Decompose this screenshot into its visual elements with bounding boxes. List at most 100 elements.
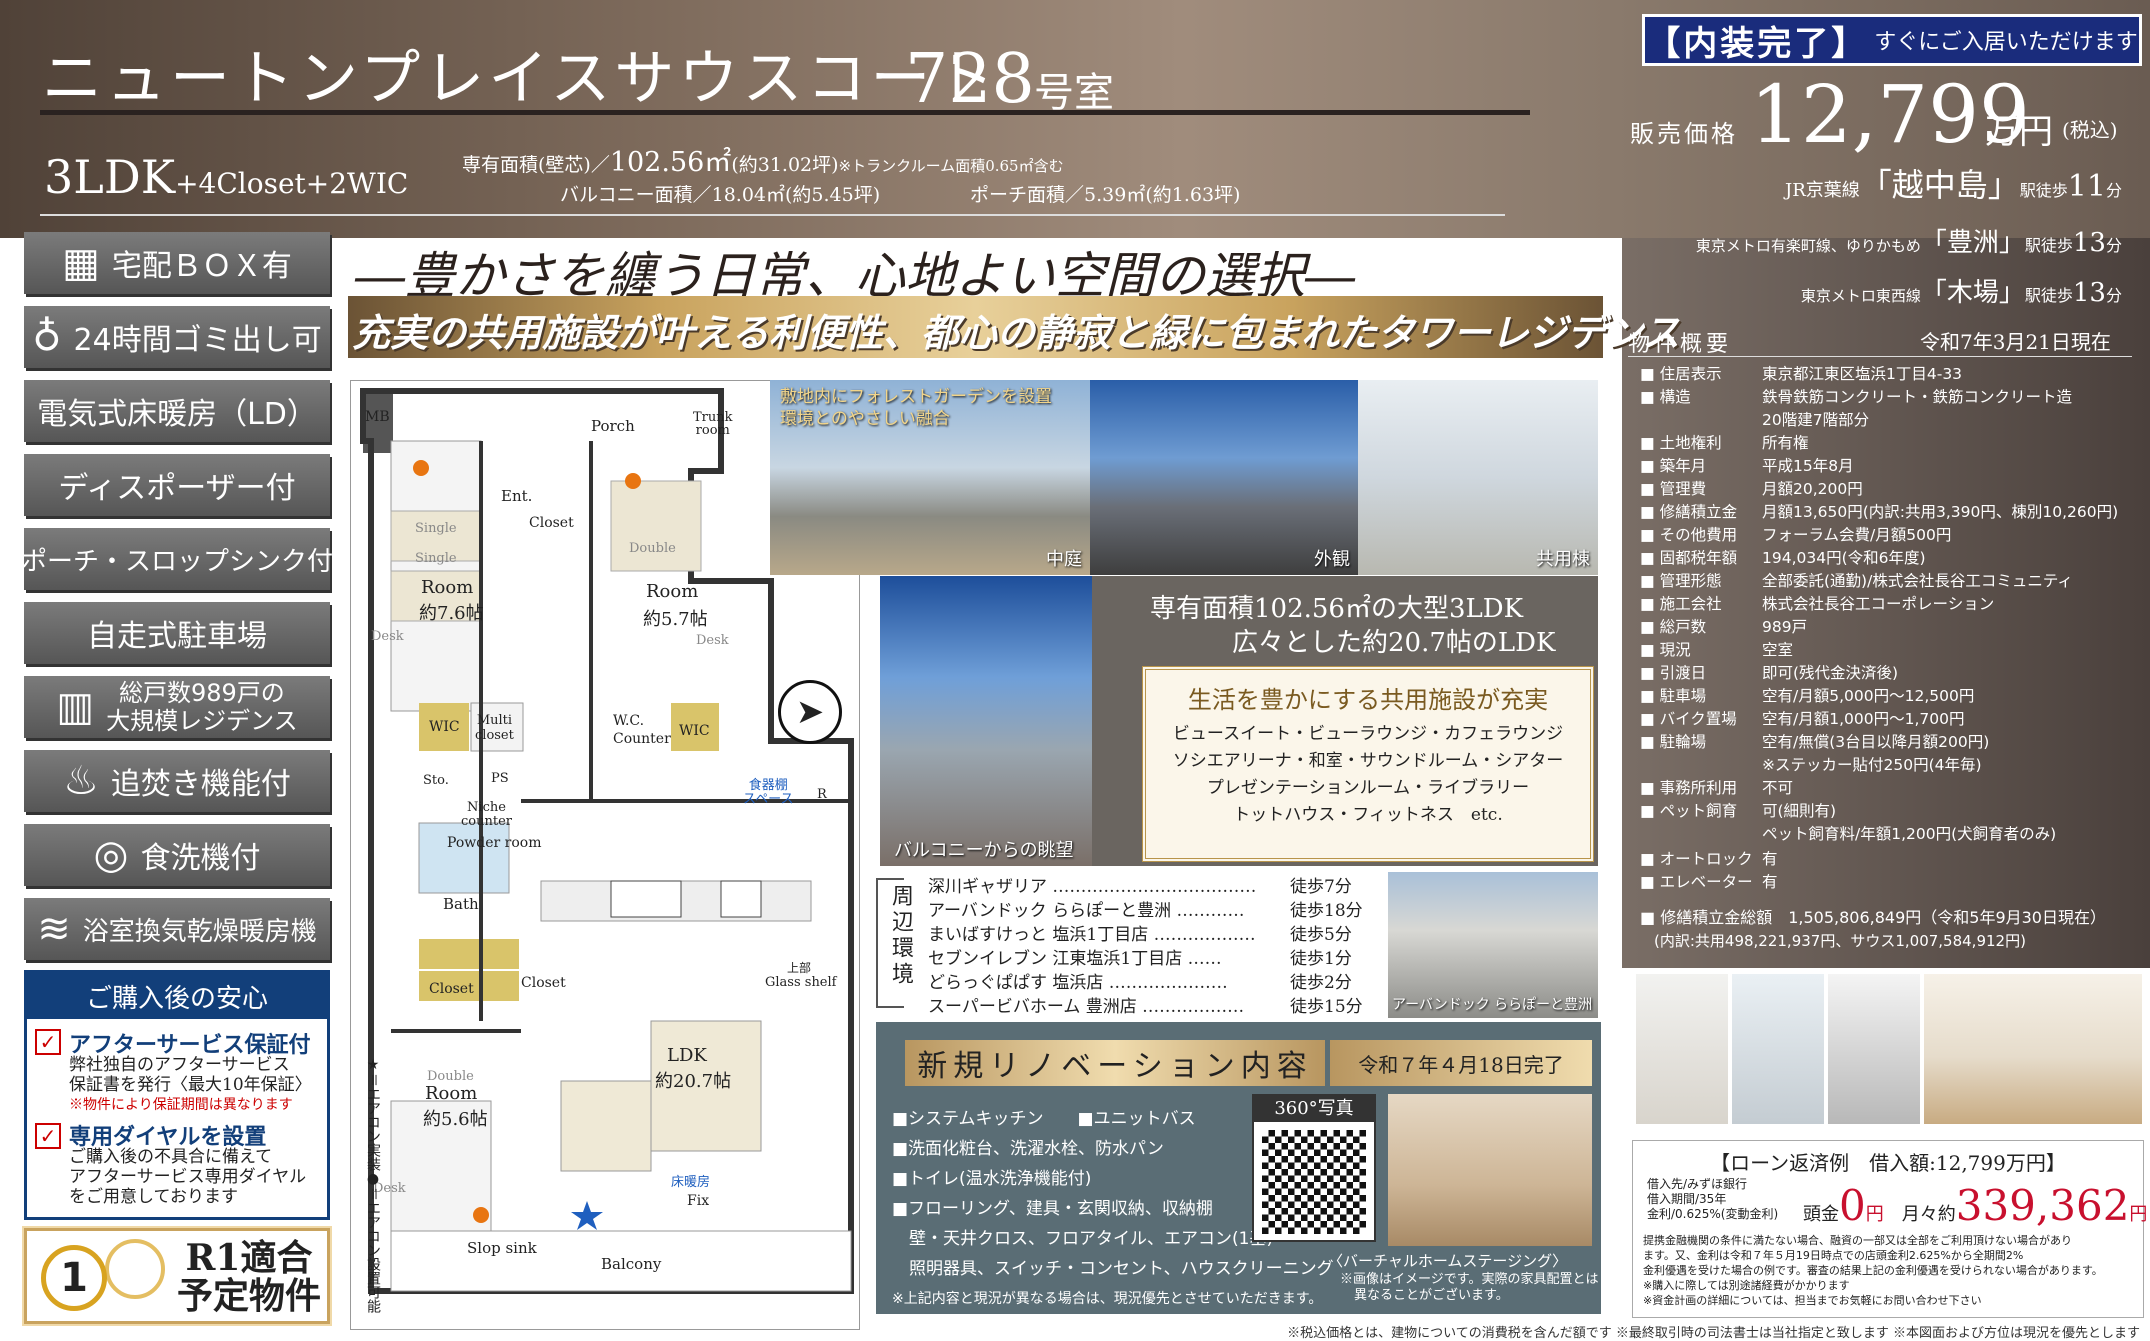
porch-value: 5.39㎡(約1.63坪) [1084, 184, 1241, 206]
ac-possible-legend: ●＝エアコン設置可能 [365, 1171, 381, 1313]
renovation-item: 照明器具、スイッチ・コンセント、ハウスクリーニング [892, 1259, 1334, 1279]
renovation-date: 令和７年４月18日完了 [1330, 1040, 1592, 1086]
facility-line: トットハウス・フィットネス etc. [1233, 805, 1503, 825]
overview-key: ■ 施工会社 [1640, 595, 1722, 613]
price-tax: (税込) [2062, 118, 2118, 142]
reheat-bath-icon: ♨ [63, 758, 99, 804]
anshin-body: ご購入後の不具合に備えて アフターサービス専用ダイヤル をご用意しております [69, 1147, 306, 1207]
entrance-label: Ent. [501, 487, 533, 505]
r1-badge-icon: 1 [41, 1245, 107, 1311]
porch-area: ポーチ面積／5.39㎡(約1.63坪) [970, 180, 1240, 207]
building-icon: ▥ [56, 684, 95, 730]
station-walk: 駅徒歩 [2024, 286, 2073, 305]
overview-row: ■ 施工会社 株式会社長谷工コーポレーション [1640, 592, 1994, 614]
niche-counter-label: Niche counter [461, 800, 512, 829]
courtyard-overlay: 敷地内にフォレストガーデンを設置 環境とのやさしい融合 [780, 387, 1052, 429]
feature-label: 宅配ＢＯＸ有 [111, 249, 292, 284]
overview-value: 989戸 [1762, 618, 1808, 636]
pantry-space-label: 食器棚 スペース [743, 778, 794, 807]
overview-value: 月額20,200円 [1762, 480, 1863, 498]
overview-value: 鉄骨鉄筋コンクリート・鉄筋コンクリート造 [1762, 388, 2073, 406]
down-payment-label: 頭金 [1803, 1204, 1839, 1225]
feature-floor-heating: 電気式床暖房（LD） [24, 380, 330, 442]
wc-label: W.C. [613, 713, 645, 729]
r1-badge-box: 1 R1適合 予定物件 [24, 1228, 330, 1324]
facility-box: 生活を豊かにする共用施設が充実 ビュースイート・ビューラウンジ・カフェラウンジ … [1142, 666, 1594, 862]
delivery-box-icon: ▦ [62, 240, 100, 286]
overview-key: ■ 事務所利用 [1640, 779, 1738, 797]
room3-size: 約5.6帖 [423, 1109, 488, 1130]
overview-row: ■ 築年月 平成15年8月 [1640, 454, 1854, 476]
overview-value: 可(細則有) [1762, 802, 1837, 820]
loan-lender: 借入先/みずほ銀行 [1647, 1177, 1748, 1191]
overview-key: ■ 修繕積立金 [1640, 503, 1738, 521]
surrounding-item: スーパービバホーム 豊洲店 ……………… [928, 997, 1245, 1017]
reserve-total: ■ 修繕積立金総額 1,505,806,849円（令和5年9月30日現在） [1640, 908, 2106, 927]
overview-row: ■ オートロック有 [1640, 847, 1778, 869]
anshin-note: ※物件により保証期間は異なります [69, 1097, 293, 1113]
staging-notes: ※画像はイメージです。実際の家具配置とは 異なることがございます。 [1340, 1272, 1598, 1304]
single-bed-label: Single [415, 521, 457, 536]
glass-shelf-label: Glass shelf [765, 975, 837, 990]
qr-code-icon[interactable] [1262, 1130, 1366, 1234]
r1-line: R1適合 [185, 1237, 313, 1279]
balcony-label: Balcony [601, 1255, 662, 1273]
overview-value: ※ステッカー貼付250円(4年毎) [1762, 756, 1982, 774]
surrounding-walk: 徒歩18分 [1290, 901, 1363, 921]
common-caption: 共用棟 [1536, 549, 1590, 570]
station-minutes: 13 [2072, 228, 2106, 258]
overview-value: 月額13,650円(内訳:共用3,390円、棟別10,260円) [1762, 503, 2119, 521]
ac-installed-legend: ★＝エアコン実装 [365, 1057, 381, 1171]
closet-label: Closet [529, 515, 574, 531]
overview-row: ■ 総戸数 989戸 [1640, 615, 1807, 637]
common-building-photo: 共用棟 [1358, 380, 1598, 575]
qr-box: 360°写真 [1252, 1094, 1376, 1242]
loan-notes: 提携金融機関の条件に満たない場合、融資の一部又は全部をご利用頂けない場合がありま… [1643, 1233, 2103, 1308]
photo-360-label: 360°写真 [1254, 1096, 1374, 1122]
room1-label: Room [421, 577, 474, 598]
overview-row: ■ 固都税年額 194,034円(令和6年度) [1640, 546, 1926, 568]
porch-label: Porch [591, 417, 635, 435]
overview-row: ■ 現況 空室 [1640, 638, 1793, 660]
room2-size: 約5.7帖 [643, 609, 708, 630]
anshin-line: ご購入後の不具合に備えて [69, 1147, 273, 1167]
multi-closet-label: Multi closet [475, 713, 514, 743]
overview-key: ■ 現況 [1640, 641, 1691, 659]
double-bed-label: Double [427, 1069, 474, 1084]
anshin-body: 弊社独自のアフターサービス 保証書を発行〈最大10年保証〉 ※物件により保証期間は異… [69, 1055, 312, 1115]
price-unit: 万円 [1985, 112, 2053, 152]
overview-row: ■ 管理形態 全部委託(通勤)/株式会社長谷工コミュニティ [1640, 569, 2073, 591]
overview-row: ■ 構造 鉄骨鉄筋コンクリート・鉄筋コンクリート造 [1640, 385, 2072, 407]
station-row: 東京メトロ東西線「木場」駅徒歩13分 [1801, 272, 2122, 309]
station-name: 「越中島」 [1859, 166, 2020, 204]
feature-label: 自走式駐車場 [87, 619, 267, 654]
feature-label: 24時間ゴミ出し可 [73, 323, 322, 358]
renovation-item: ■フローリング、建具・玄関収納、収納棚 [892, 1199, 1213, 1219]
r1-text: R1適合 予定物件 [177, 1239, 321, 1315]
monthly-unit: 円 [2129, 1204, 2148, 1225]
overview-row: ■ その他費用 フォーラム会費/月額500円 [1640, 523, 1951, 545]
surrounding-item: 深川ギャザリア ……………………………… [928, 877, 1257, 897]
loan-note: ※購入に際しては別途諸経費がかかります [1643, 1279, 1850, 1292]
overview-row: ※ステッカー貼付250円(4年毎) [1640, 753, 1982, 774]
surrounding-walk: 徒歩5分 [1290, 925, 1352, 945]
anshin-line: 保証書を発行〈最大10年保証〉 [69, 1075, 312, 1095]
ps-label: PS [491, 771, 509, 786]
overview-row: ■ 引渡日 即可(残代金決済後) [1640, 661, 1898, 683]
layout-main: 3LDK [44, 150, 176, 204]
floor-heating-label: 床暖房 [671, 1175, 711, 1190]
overview-row: ■ 土地権利 所有権 [1640, 431, 1809, 453]
overview-rule [1628, 356, 2132, 357]
r1-ring-icon [105, 1239, 165, 1299]
wic-label: WIC [679, 723, 710, 739]
view-caption: バルコニーからの眺望 [894, 840, 1074, 861]
overview-value: 空有/月額1,000円〜1,700円 [1762, 710, 1965, 728]
facility-list: ビュースイート・ビューラウンジ・カフェラウンジ ソシエアリーナ・和室・サウンドル… [1146, 721, 1590, 829]
surrounding-item: セブンイレブン 江東塩浜1丁目店 …… [928, 949, 1222, 969]
overview-key: ■ ペット飼育 [1640, 802, 1738, 820]
anshin-line: 弊社独自のアフターサービス [69, 1055, 290, 1075]
loan-payments: 頭金0円 月々約339,362円 [1803, 1181, 2147, 1230]
after-purchase-title: ご購入後の安心 [27, 973, 327, 1019]
trunk-label: Trunk room [693, 410, 733, 438]
private-area-label: 専有面積(壁芯)／ [462, 154, 610, 176]
